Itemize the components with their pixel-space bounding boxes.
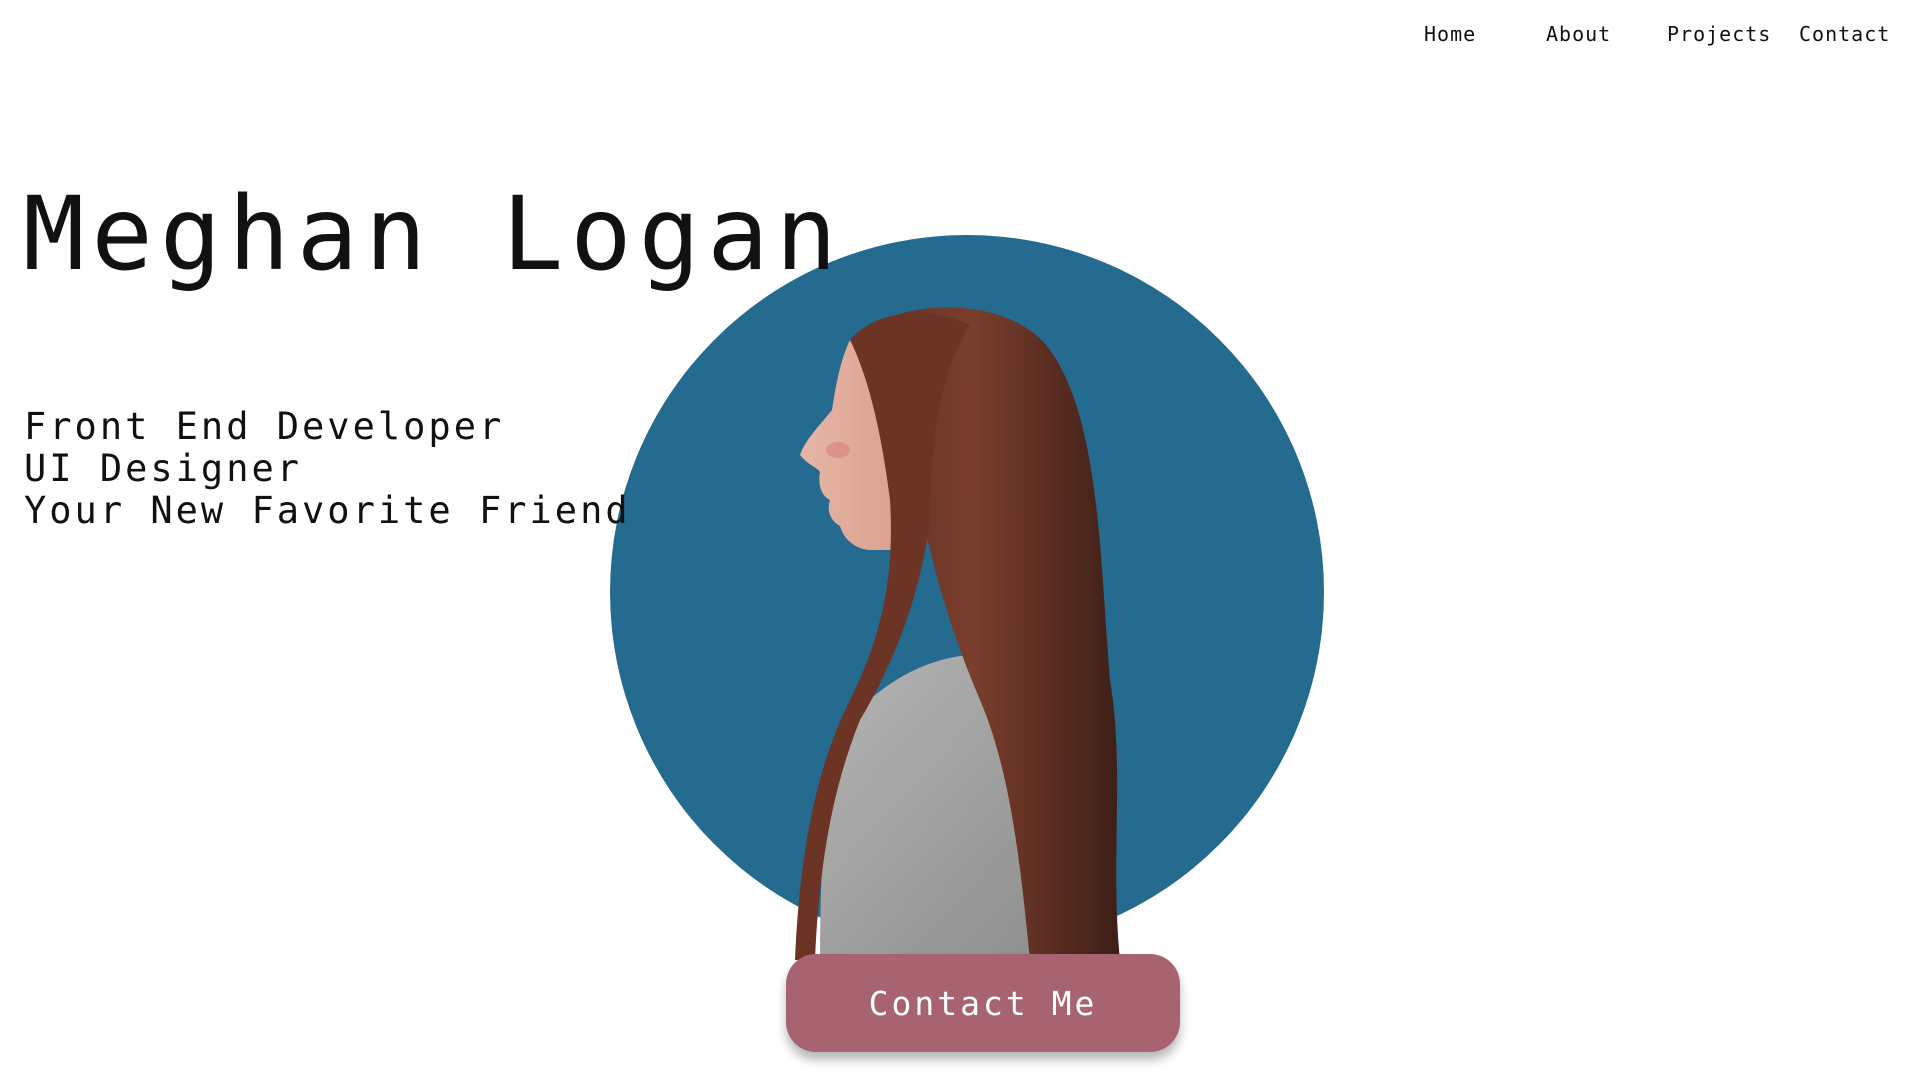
nav-link-about[interactable]: About bbox=[1546, 22, 1611, 46]
nav-link-contact[interactable]: Contact bbox=[1799, 22, 1890, 46]
nav-link-home[interactable]: Home bbox=[1424, 22, 1476, 46]
tagline-ui-designer: UI Designer bbox=[24, 447, 303, 490]
taglines: Front End Developer UI Designer Your New… bbox=[24, 406, 631, 532]
hero-name: Meghan Logan bbox=[23, 175, 844, 294]
tagline-front-end: Front End Developer bbox=[24, 405, 505, 448]
profile-photo bbox=[795, 307, 1120, 960]
contact-me-button[interactable]: Contact Me bbox=[786, 954, 1180, 1052]
landing-page: Home About Projects Contact Meghan Logan… bbox=[0, 0, 1920, 1080]
cheek-shape bbox=[826, 442, 850, 458]
nav-link-projects[interactable]: Projects bbox=[1667, 22, 1771, 46]
tagline-friend: Your New Favorite Friend bbox=[24, 489, 631, 532]
top-nav: Home About Projects Contact bbox=[0, 22, 1920, 52]
